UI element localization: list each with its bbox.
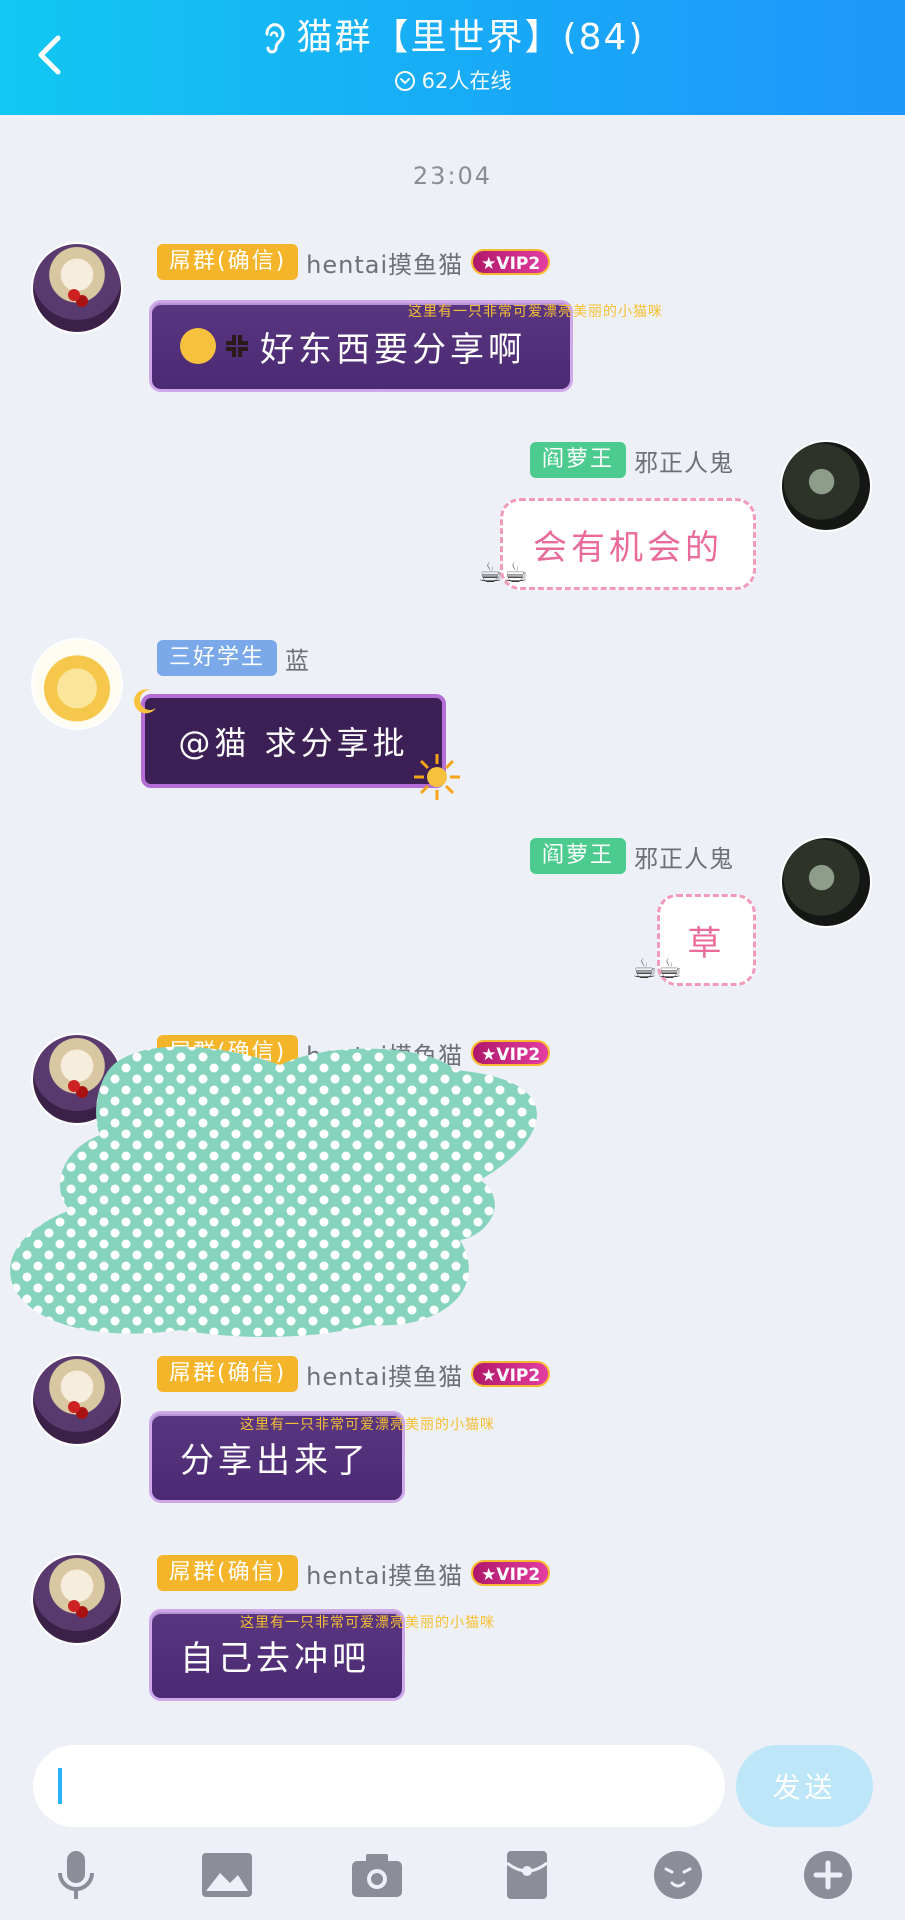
bubble-decoration-text: 这里有一只非常可爱漂亮美丽的小猫咪	[240, 1417, 495, 1433]
avatar[interactable]	[780, 836, 872, 928]
send-button[interactable]: 发送	[736, 1745, 873, 1827]
member-title-badge: 阎萝王	[530, 838, 627, 874]
smile-emoji-icon	[180, 328, 216, 364]
member-title-badge: 三好学生	[157, 640, 278, 676]
message-text: 自己去冲吧	[180, 1638, 370, 1679]
vip-badge: ★VIP2	[471, 249, 551, 275]
message-bubble[interactable]: @猫 求分享批	[141, 694, 446, 788]
sender-line: 阎萝王 邪正人鬼	[530, 442, 734, 478]
sender-nickname[interactable]: hentai摸鱼猫	[306, 1357, 463, 1392]
chat-title[interactable]: 猫群【里世界】(84)	[0, 14, 905, 62]
member-title-badge: 阎萝王	[530, 442, 627, 478]
sender-nickname[interactable]: 邪正人鬼	[634, 443, 734, 478]
sender-line: 阎萝王 邪正人鬼	[530, 838, 734, 874]
emoji-button[interactable]	[648, 1845, 708, 1905]
member-title-badge: 屌群(确信)	[157, 1555, 299, 1591]
emoji-icon	[654, 1851, 702, 1899]
sender-line: 三好学生 蓝	[157, 640, 310, 676]
message-input[interactable]	[33, 1745, 725, 1827]
red-packet-icon	[506, 1851, 548, 1899]
sender-nickname[interactable]: 蓝	[285, 641, 310, 676]
teacups-icon: ☕☕	[478, 556, 529, 589]
vip-badge: ★VIP2	[471, 1361, 551, 1387]
message-text: 会有机会的	[533, 527, 723, 568]
vip-badge: ★VIP2	[471, 1560, 551, 1586]
image-icon	[202, 1853, 252, 1897]
avatar[interactable]	[31, 638, 123, 730]
teacups-icon: ☕☕	[632, 952, 683, 985]
red-packet-button[interactable]	[497, 1845, 557, 1905]
sender-line: 屌群(确信) hentai摸鱼猫 ★VIP2	[157, 244, 551, 280]
plus-icon	[804, 1851, 852, 1899]
message-text: 草	[687, 923, 726, 964]
chevron-down-circle-icon	[394, 71, 415, 91]
camera-icon	[352, 1854, 402, 1897]
voice-button[interactable]	[46, 1845, 106, 1905]
avatar[interactable]	[31, 242, 123, 334]
online-status[interactable]: 62人在线	[0, 66, 905, 96]
message-text: @猫 求分享批	[178, 724, 409, 762]
member-title-badge: 屌群(确信)	[157, 244, 299, 280]
message-text: 分享出来了	[180, 1440, 370, 1481]
message-bubble[interactable]: 会有机会的	[500, 498, 756, 590]
gallery-button[interactable]	[197, 1845, 257, 1905]
message-text: 好东西要分享啊	[260, 329, 526, 370]
ear-icon	[265, 23, 285, 54]
polka-dot-sticker[interactable]	[10, 1040, 555, 1340]
text-cursor	[58, 1768, 62, 1804]
sender-nickname[interactable]: 邪正人鬼	[634, 839, 734, 874]
more-button[interactable]	[798, 1845, 858, 1905]
message-timestamp: 23:04	[412, 162, 493, 190]
moon-icon	[134, 689, 156, 714]
sender-line: 屌群(确信) hentai摸鱼猫 ★VIP2	[157, 1356, 551, 1392]
bubble-decoration-text: 这里有一只非常可爱漂亮美丽的小猫咪	[408, 304, 663, 320]
camera-button[interactable]	[347, 1845, 407, 1905]
input-toolbar	[0, 1845, 905, 1920]
anger-icon	[226, 335, 248, 357]
online-count: 62人在线	[421, 69, 512, 93]
avatar[interactable]	[780, 440, 872, 532]
member-title-badge: 屌群(确信)	[157, 1356, 299, 1392]
chat-header: 猫群【里世界】(84) 62人在线	[0, 0, 905, 115]
sender-nickname[interactable]: hentai摸鱼猫	[306, 1556, 463, 1591]
avatar[interactable]	[31, 1354, 123, 1446]
sender-line: 屌群(确信) hentai摸鱼猫 ★VIP2	[157, 1555, 551, 1591]
sun-icon	[414, 754, 460, 800]
avatar[interactable]	[31, 1553, 123, 1645]
group-name: 猫群【里世界】(84)	[296, 17, 645, 58]
mic-icon	[58, 1851, 94, 1899]
sender-nickname[interactable]: hentai摸鱼猫	[306, 245, 463, 280]
bubble-decoration-text: 这里有一只非常可爱漂亮美丽的小猫咪	[240, 1615, 495, 1631]
